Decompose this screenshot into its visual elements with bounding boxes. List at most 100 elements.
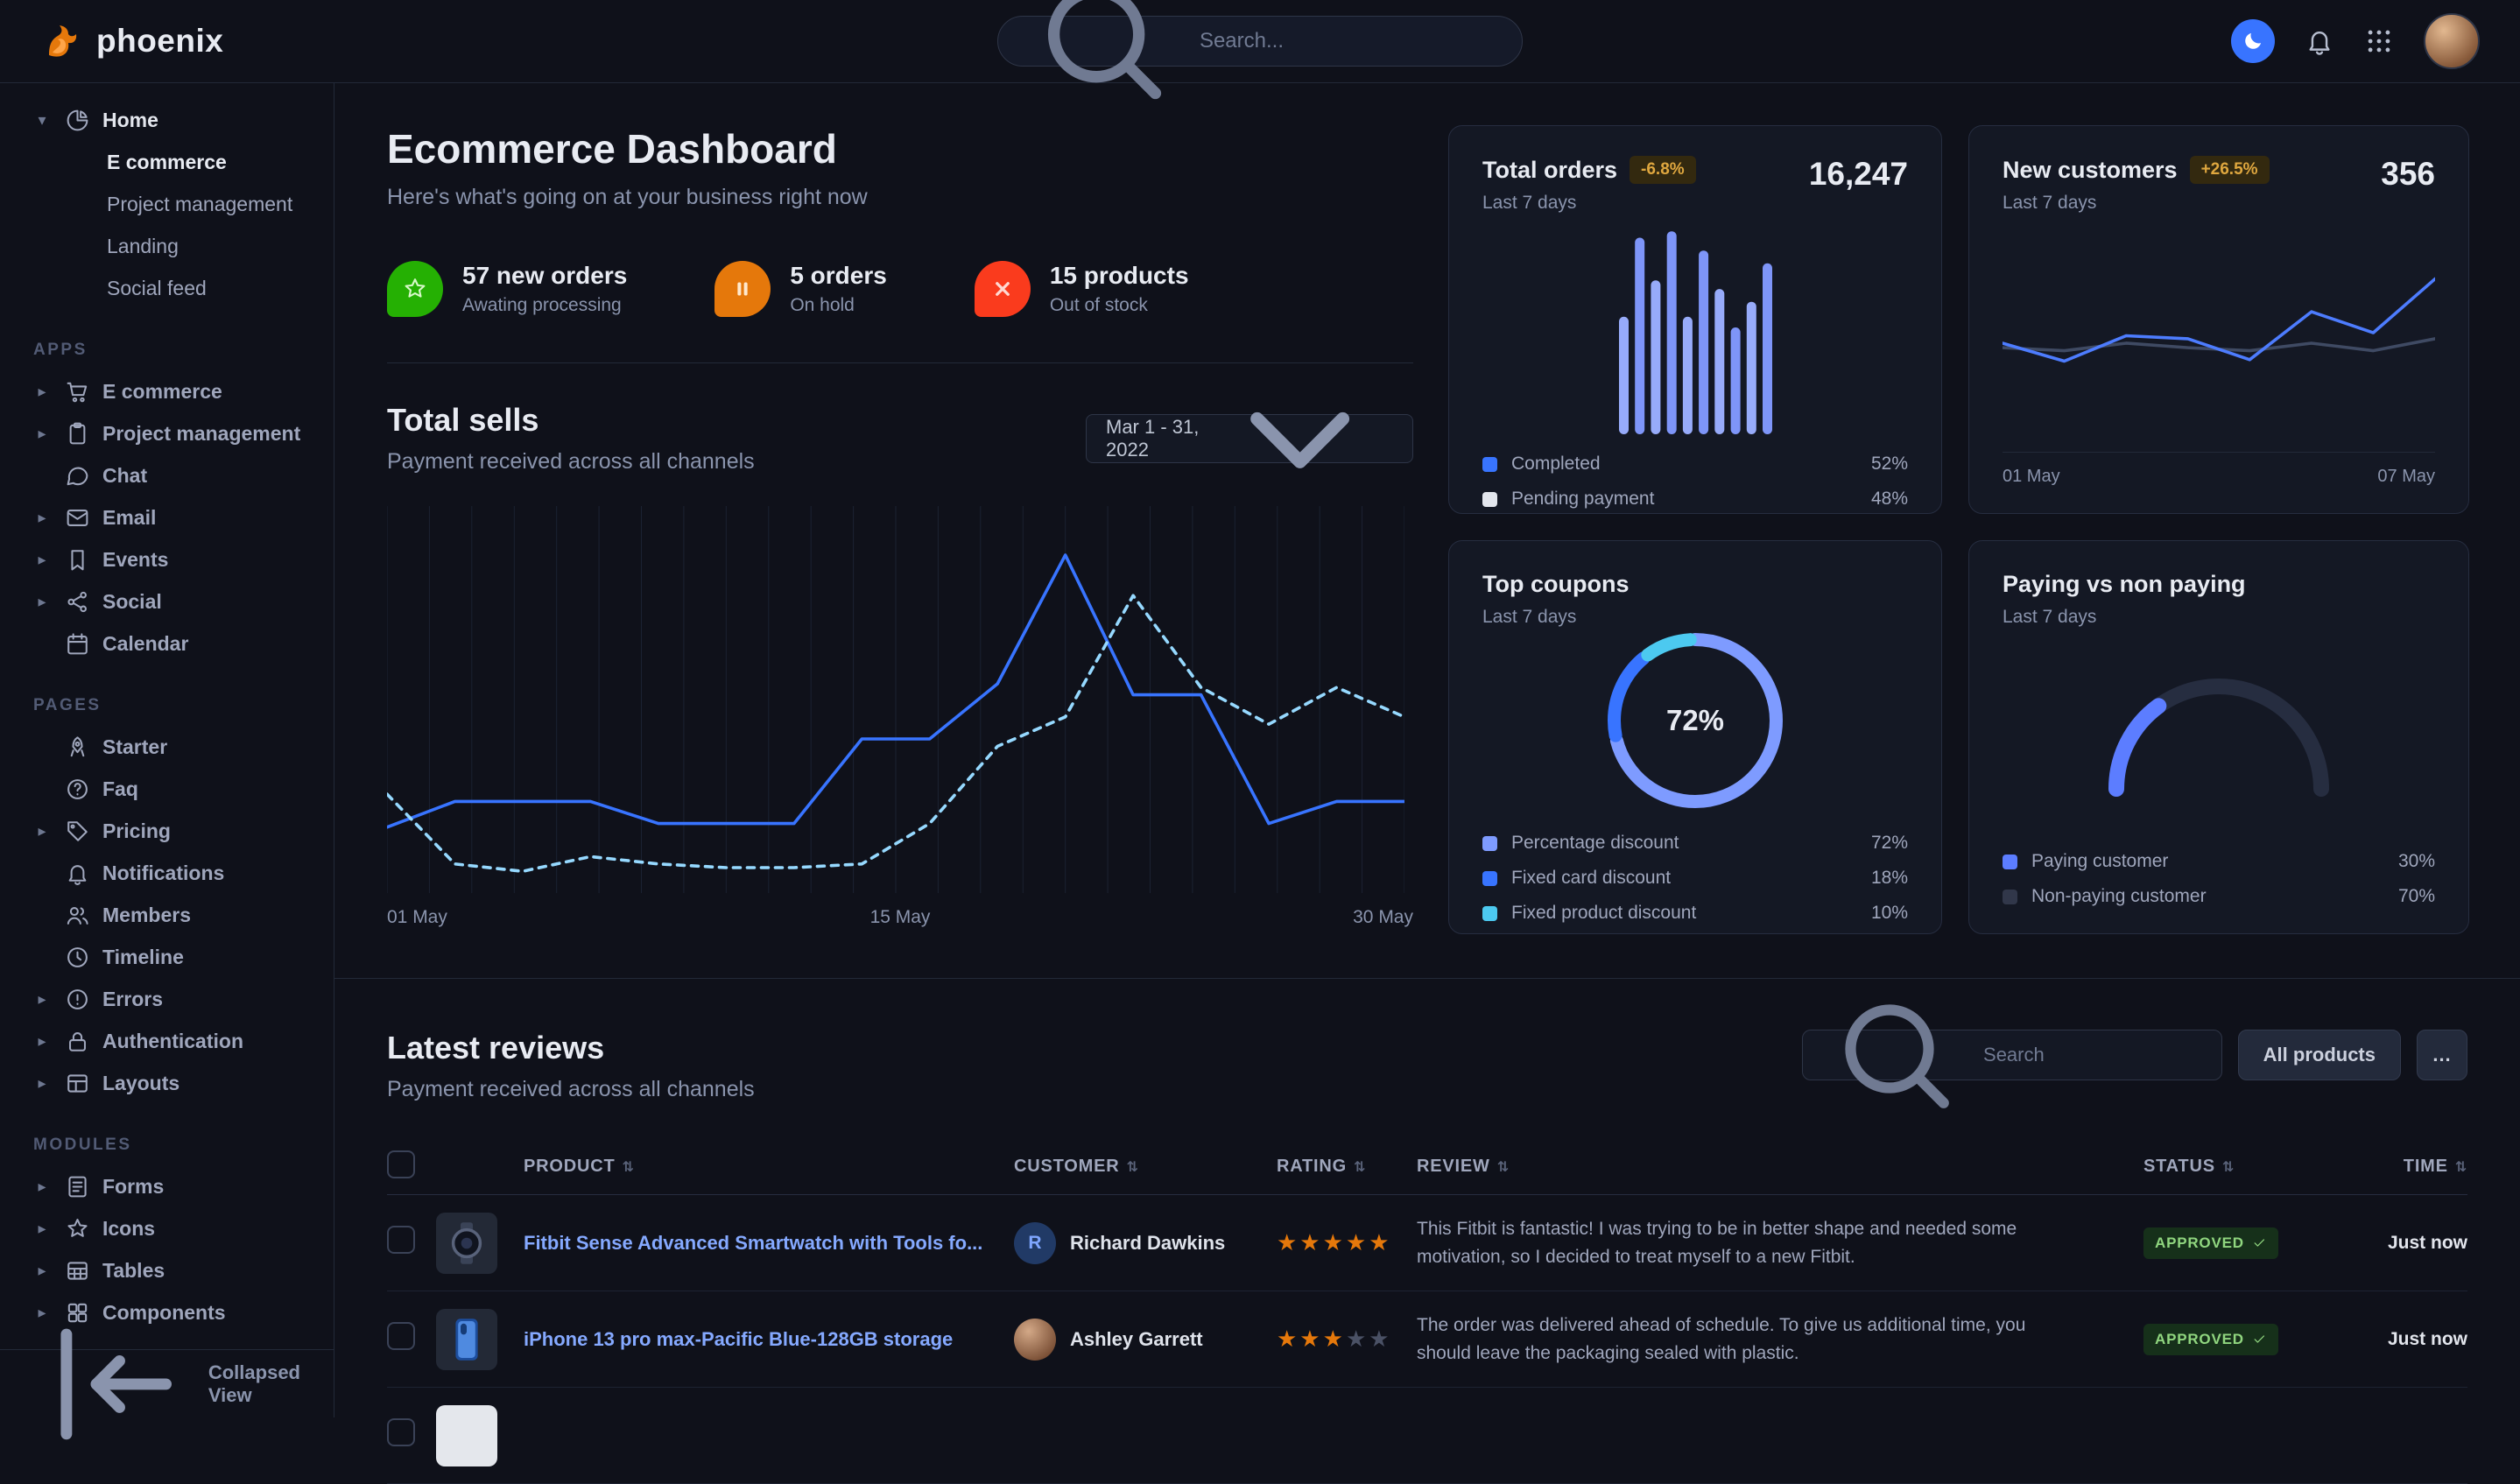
global-search-input[interactable] bbox=[1200, 29, 1499, 53]
product-link[interactable]: iPhone 13 pro max-Pacific Blue-128GB sto… bbox=[524, 1328, 1014, 1351]
sidebar-item-events[interactable]: ▸Events bbox=[0, 538, 334, 580]
legend-swatch bbox=[1482, 871, 1497, 886]
column-header-customer[interactable]: CUSTOMER⇅ bbox=[1014, 1157, 1277, 1177]
sort-icon[interactable]: ⇅ bbox=[2455, 1160, 2467, 1175]
legend-swatch bbox=[1482, 457, 1497, 472]
column-header-status[interactable]: STATUS⇅ bbox=[2143, 1157, 2345, 1177]
caret-right-icon: ▸ bbox=[32, 1074, 53, 1093]
select-all-checkbox[interactable] bbox=[387, 1150, 415, 1178]
reviews-search[interactable] bbox=[1802, 1030, 2222, 1080]
sidebar-item-project-management[interactable]: ▸Project management bbox=[0, 412, 334, 454]
column-header-rating[interactable]: RATING⇅ bbox=[1277, 1157, 1417, 1177]
column-header-review[interactable]: REVIEW⇅ bbox=[1417, 1157, 2143, 1177]
sidebar-item-landing[interactable]: Landing bbox=[0, 225, 334, 267]
sidebar-item-label: Authentication bbox=[102, 1030, 243, 1053]
row-checkbox[interactable] bbox=[387, 1226, 415, 1254]
sidebar-item-project-management[interactable]: Project management bbox=[0, 183, 334, 225]
legend-value: 10% bbox=[1871, 903, 1908, 924]
sidebar-item-forms[interactable]: ▸Forms bbox=[0, 1165, 334, 1207]
theme-toggle-button[interactable] bbox=[2231, 19, 2275, 63]
x-tick-end: 30 May bbox=[1353, 907, 1413, 928]
nc-x-start: 01 May bbox=[2003, 467, 2060, 487]
rating-stars: ★★★★★ bbox=[1277, 1229, 1392, 1255]
sidebar-item-e-commerce[interactable]: ▸E commerce bbox=[0, 370, 334, 412]
navbar-actions bbox=[2231, 13, 2480, 69]
status-badge: APPROVED bbox=[2143, 1324, 2278, 1355]
sidebar-item-faq[interactable]: Faq bbox=[0, 768, 334, 810]
sidebar-item-members[interactable]: Members bbox=[0, 894, 334, 936]
all-products-button[interactable]: All products bbox=[2238, 1030, 2401, 1080]
top-coupons-legend-percentage-discount: Percentage discount72% bbox=[1482, 833, 1908, 854]
sidebar-item-icons[interactable]: ▸Icons bbox=[0, 1207, 334, 1249]
sidebar-item-pricing[interactable]: ▸Pricing bbox=[0, 810, 334, 852]
new-customers-badge: +26.5% bbox=[2190, 156, 2270, 184]
product-link[interactable]: Fitbit Sense Advanced Smartwatch with To… bbox=[524, 1232, 1014, 1255]
paying-legend-paying-customer: Paying customer30% bbox=[2003, 851, 2435, 872]
search-icon bbox=[1021, 0, 1186, 123]
row-checkbox[interactable] bbox=[387, 1418, 415, 1446]
sidebar-item-email[interactable]: ▸Email bbox=[0, 496, 334, 538]
notifications-button[interactable] bbox=[2305, 26, 2334, 56]
legend-value: 30% bbox=[2398, 851, 2435, 872]
more-button[interactable]: ... bbox=[2417, 1030, 2467, 1080]
sidebar-item-calendar[interactable]: Calendar bbox=[0, 622, 334, 665]
profile-avatar[interactable] bbox=[2424, 13, 2480, 69]
sidebar-item-notifications[interactable]: Notifications bbox=[0, 852, 334, 894]
stat-caption: On hold bbox=[790, 295, 887, 316]
product-image[interactable] bbox=[436, 1309, 497, 1370]
legend-label: Pending payment bbox=[1511, 489, 1654, 510]
sidebar-item-e-commerce[interactable]: E commerce bbox=[0, 141, 334, 183]
sort-icon[interactable]: ⇅ bbox=[2222, 1160, 2235, 1175]
caret-down-icon: ▾ bbox=[32, 111, 53, 130]
reviews-controls: All products ... bbox=[1802, 1030, 2467, 1080]
paying-title: Paying vs non paying bbox=[2003, 571, 2435, 598]
sidebar-item-authentication[interactable]: ▸Authentication bbox=[0, 1020, 334, 1062]
sidebar-item-errors[interactable]: ▸Errors bbox=[0, 978, 334, 1020]
sidebar-item-chat[interactable]: Chat bbox=[0, 454, 334, 496]
sidebar-section-pages: PAGES bbox=[0, 665, 334, 726]
product-image[interactable] bbox=[436, 1405, 497, 1466]
x-icon bbox=[975, 261, 1031, 317]
brand-name: phoenix bbox=[96, 23, 223, 60]
sidebar-item-timeline[interactable]: Timeline bbox=[0, 936, 334, 978]
apps-grid-button[interactable] bbox=[2364, 26, 2394, 56]
sidebar-item-tables[interactable]: ▸Tables bbox=[0, 1249, 334, 1291]
total-orders-chart bbox=[1482, 214, 1908, 434]
customer-name[interactable]: Richard Dawkins bbox=[1070, 1232, 1225, 1255]
clipboard-icon bbox=[65, 421, 90, 447]
product-image[interactable] bbox=[436, 1213, 497, 1274]
sort-icon[interactable]: ⇅ bbox=[1497, 1160, 1510, 1175]
phoenix-logo-icon bbox=[40, 20, 82, 62]
sort-icon[interactable]: ⇅ bbox=[623, 1160, 635, 1175]
global-search[interactable] bbox=[997, 16, 1523, 67]
top-coupons-chart: 72% bbox=[1608, 633, 1783, 808]
sidebar-item-social[interactable]: ▸Social bbox=[0, 580, 334, 622]
sidebar-item-label: Project management bbox=[102, 422, 300, 446]
customer-name[interactable]: Ashley Garrett bbox=[1070, 1328, 1203, 1351]
reviews-search-input[interactable] bbox=[1983, 1044, 2204, 1066]
stat-value: 5 orders bbox=[790, 262, 887, 290]
collapsed-view-label: Collapsed View bbox=[208, 1361, 300, 1407]
sidebar-item-home[interactable]: ▾Home bbox=[0, 99, 334, 141]
share-icon bbox=[65, 589, 90, 615]
brand[interactable]: phoenix bbox=[40, 20, 223, 62]
collapsed-view-button[interactable]: Collapsed View bbox=[0, 1349, 334, 1417]
paying-legend: Paying customer30% Non-paying customer70% bbox=[2003, 837, 2435, 907]
new-customers-title: New customers bbox=[2003, 157, 2178, 184]
caret-right-icon: ▸ bbox=[32, 551, 53, 569]
legend-label: Fixed product discount bbox=[1511, 903, 1696, 924]
sort-icon[interactable]: ⇅ bbox=[1126, 1160, 1138, 1175]
new-customers-chart bbox=[2003, 214, 2435, 452]
caret-right-icon: ▸ bbox=[32, 509, 53, 527]
column-header-time[interactable]: TIME⇅ bbox=[2345, 1157, 2467, 1177]
sidebar-item-social-feed[interactable]: Social feed bbox=[0, 267, 334, 309]
sidebar-item-layouts[interactable]: ▸Layouts bbox=[0, 1062, 334, 1104]
legend-swatch bbox=[1482, 836, 1497, 851]
sort-icon[interactable]: ⇅ bbox=[1354, 1160, 1366, 1175]
chevron-down-icon bbox=[1207, 345, 1393, 531]
row-checkbox[interactable] bbox=[387, 1322, 415, 1350]
paying-legend-non-paying-customer: Non-paying customer70% bbox=[2003, 886, 2435, 907]
date-range-select[interactable]: Mar 1 - 31, 2022 bbox=[1086, 414, 1413, 463]
column-header-product[interactable]: PRODUCT⇅ bbox=[524, 1157, 1014, 1177]
sidebar-item-starter[interactable]: Starter bbox=[0, 726, 334, 768]
